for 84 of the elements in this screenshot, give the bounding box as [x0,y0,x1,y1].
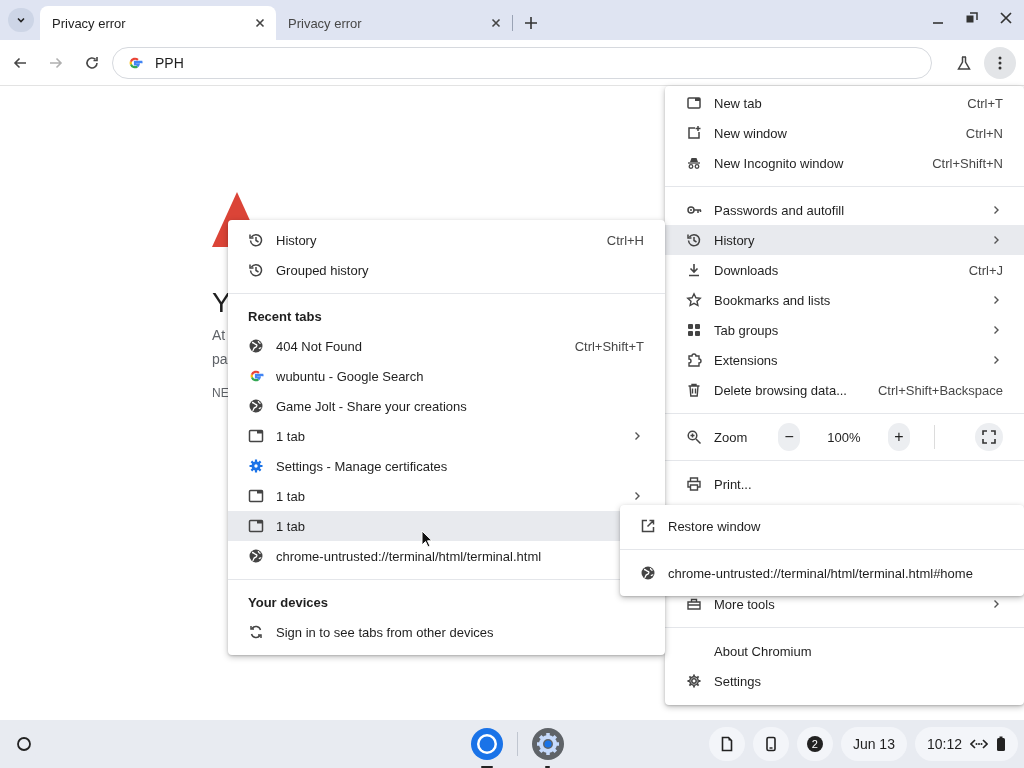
section-heading: Your devices [248,594,328,610]
files-button[interactable] [708,727,745,761]
menu-item[interactable]: Settings - Manage certificates [228,451,665,481]
history-icon [686,232,702,248]
restore-icon [964,10,980,26]
menu-item[interactable]: wubuntu - Google Search [228,361,665,391]
menu-item[interactable]: History [665,225,1024,255]
google-icon [248,368,264,384]
browser-tab[interactable]: Privacy error [40,6,276,40]
menu-item[interactable]: Game Jolt - Share your creations [228,391,665,421]
settings-icon [248,458,264,474]
menu-item[interactable]: Bookmarks and lists [665,285,1024,315]
trash-icon [686,382,702,398]
history-icon [248,232,264,248]
zoom-in-button[interactable]: + [887,423,911,451]
sync-icon [248,624,264,640]
error-code: NE [212,386,229,400]
menu-item[interactable]: Print... [665,469,1024,499]
menu-item[interactable]: Tab groups [665,315,1024,345]
menu-item-label: Zoom [714,429,749,445]
globe-icon [248,338,264,354]
puzzle-icon [686,352,702,368]
network-icon [970,738,988,750]
browser-tab[interactable]: Privacy error [276,6,512,40]
incognito-icon [686,155,702,171]
download-icon [686,262,702,278]
grid-icon [686,322,702,338]
status-area[interactable]: 10:12 [914,727,1018,761]
zoom-level: 100% [826,429,862,445]
section-heading: Recent tabs [248,308,322,324]
menu-item[interactable]: Passwords and autofill [665,195,1024,225]
mouse-cursor-icon [421,530,433,548]
reload-icon [84,54,100,71]
menu-item[interactable]: Settings [665,666,1024,696]
window-icon [248,428,264,444]
menu-item[interactable]: 1 tab [228,481,665,511]
error-text: pa [212,351,228,367]
star-icon [686,292,702,308]
phone-button[interactable] [752,727,789,761]
address-text: PPH [155,54,184,71]
window-icon [248,518,264,534]
fullscreen-button[interactable] [975,423,1003,451]
battery-icon [996,736,1006,752]
close-icon [998,10,1014,26]
menu-item[interactable]: New window Ctrl+N [665,118,1024,148]
menu-item[interactable]: New Incognito window Ctrl+Shift+N [665,148,1024,178]
menu-item[interactable]: Downloads Ctrl+J [665,255,1024,285]
window-icon [248,488,264,504]
menu-item[interactable]: Sign in to see tabs from other devices [228,617,665,647]
menu-item[interactable]: Delete browsing data... Ctrl+Shift+Backspace [665,375,1024,405]
menu-item[interactable]: History Ctrl+H [228,225,665,255]
menu-item[interactable]: More tools [665,589,1024,619]
new-window-icon [686,125,702,141]
date-button[interactable]: Jun 13 [840,727,907,761]
fullscreen-icon [981,429,997,445]
menu-item[interactable]: 1 tab [228,421,665,451]
menu-item[interactable]: 404 Not Found Ctrl+Shift+T [228,331,665,361]
menu-item[interactable]: About Chromium [665,636,1024,666]
zoom-out-button[interactable]: − [777,423,801,451]
printer-icon [686,476,702,492]
settings-icon [686,673,702,689]
tab-title: Privacy error [288,15,363,31]
external-link-icon [640,518,656,534]
notification-count: 2 [806,736,823,752]
flask-icon [956,54,972,71]
caret-icon [16,15,26,25]
clock-time: 10:12 [926,736,962,752]
globe-icon [248,398,264,414]
plus-icon [523,15,539,31]
zoom-icon [686,429,702,445]
menu-item[interactable]: Grouped history [228,255,665,285]
tab-title: Privacy error [52,15,127,31]
menu-item[interactable]: New tab Ctrl+T [665,88,1024,118]
new-tab-icon [686,95,702,111]
minimize-icon [933,22,943,24]
globe-icon [640,565,656,581]
error-text: At [212,327,226,343]
notification-button[interactable]: 2 [796,727,833,761]
toolbox-icon [686,596,702,612]
launcher-icon [16,736,32,752]
menu-item[interactable]: Extensions [665,345,1024,375]
error-heading: Y [212,287,231,319]
globe-icon [248,548,264,564]
history-icon [248,262,264,278]
